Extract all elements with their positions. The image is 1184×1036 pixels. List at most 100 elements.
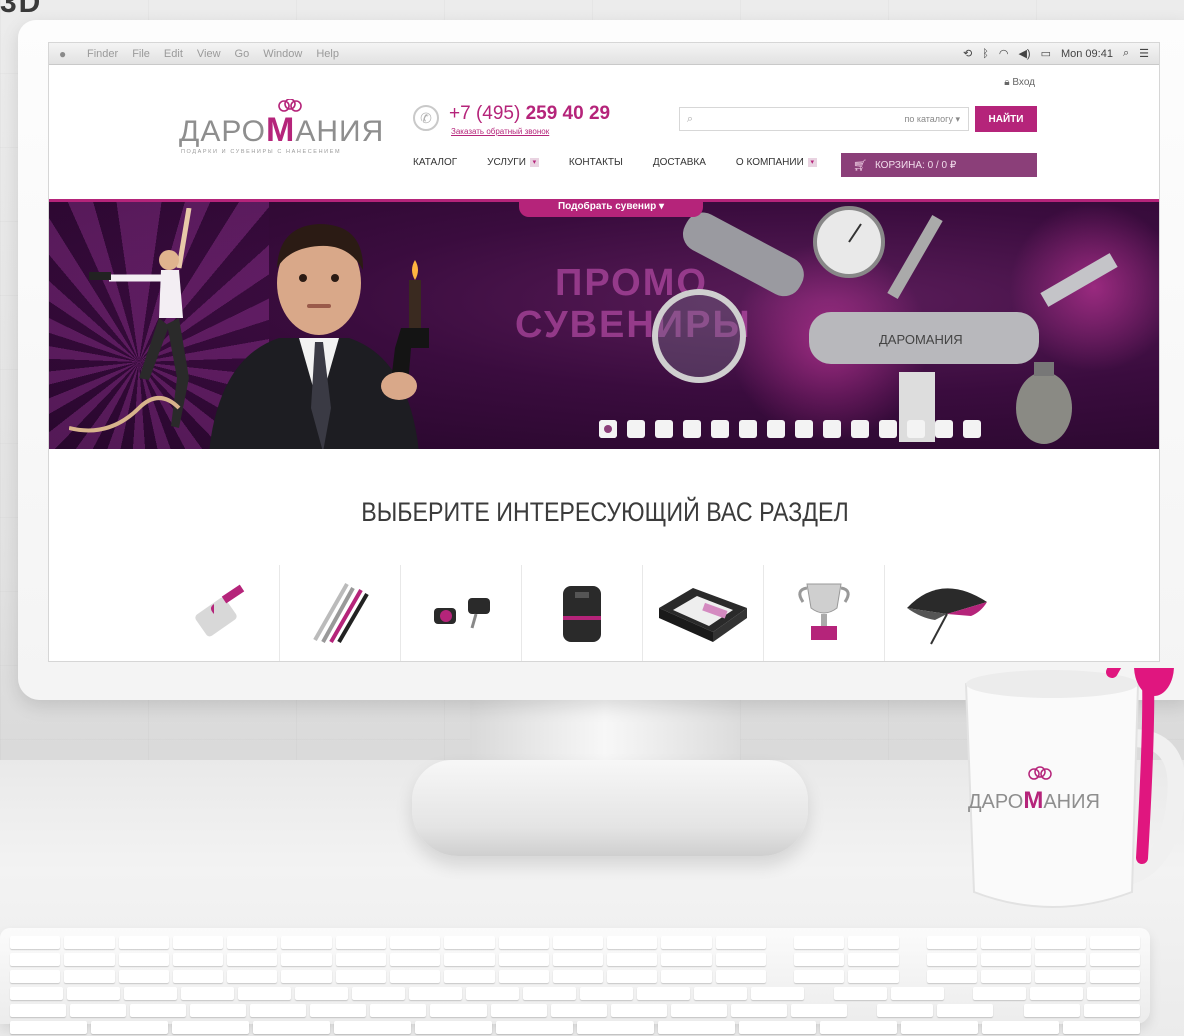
spotlight-icon[interactable]: ⌕	[1123, 47, 1129, 60]
phone-number[interactable]: +7 (495) 259 40 29	[449, 103, 610, 125]
cart-button[interactable]: 🛒︎ КОРЗИНА: 0 / 0 ₽	[841, 153, 1037, 177]
menubar-clock[interactable]: Mon 09:41	[1061, 48, 1113, 60]
gift-box-icon	[659, 588, 747, 642]
login-label: Вход	[1012, 77, 1035, 88]
keyboard-key	[444, 970, 495, 983]
category-cufflinks[interactable]	[401, 565, 522, 661]
menu-view[interactable]: View	[197, 48, 221, 60]
slider-dot[interactable]	[599, 420, 617, 438]
keyboard-key	[661, 970, 712, 983]
keyboard	[0, 928, 1150, 1034]
pens-icon	[313, 583, 369, 644]
keyboard-key	[281, 936, 332, 949]
category-speakers[interactable]	[522, 565, 643, 661]
volume-icon[interactable]: ◀)	[1018, 47, 1030, 60]
keyboard-key	[694, 987, 748, 1000]
mug-brand-suffix: АНИЯ	[1043, 791, 1100, 813]
slider-dot[interactable]	[795, 420, 813, 438]
keyboard-key	[926, 953, 977, 966]
category-trophies[interactable]	[764, 565, 885, 661]
slider-dot[interactable]	[711, 420, 729, 438]
keyboard-key	[833, 987, 887, 1000]
keyboard-key	[490, 1004, 547, 1017]
logo-m: М	[266, 111, 296, 149]
keyboard-key	[1089, 936, 1140, 949]
keyboard-key	[982, 1021, 1059, 1034]
slider-dot[interactable]	[963, 420, 981, 438]
category-gift-sets[interactable]	[643, 565, 764, 661]
menu-edit[interactable]: Edit	[164, 48, 183, 60]
keyboard-key	[335, 953, 386, 966]
mug-brand-m: М	[1023, 787, 1043, 814]
keyboard-row	[10, 1004, 1140, 1017]
agent-woman-figure	[69, 208, 192, 433]
slider-dot[interactable]	[851, 420, 869, 438]
menu-file[interactable]: File	[132, 48, 150, 60]
menu-finder[interactable]: Finder	[87, 48, 118, 60]
slider-dot[interactable]	[935, 420, 953, 438]
keyboard-key	[1035, 936, 1086, 949]
slider-dot[interactable]	[655, 420, 673, 438]
keyboard-key	[67, 987, 121, 1000]
nav-delivery[interactable]: Доставка	[653, 157, 706, 168]
menu-window[interactable]: Window	[263, 48, 302, 60]
promo-banner[interactable]: ПРОМО СУВЕНИРЫ ДАРОМАНИЯ Подобрать сувен…	[49, 199, 1159, 449]
branded-mug: ДАРОМАНИЯ	[964, 668, 1184, 908]
slider-dot[interactable]	[627, 420, 645, 438]
keyboard-key	[607, 936, 658, 949]
cart-icon: 🛒︎	[853, 159, 867, 172]
slider-dot[interactable]	[739, 420, 757, 438]
keyboard-key	[1035, 953, 1086, 966]
wifi-icon[interactable]: ◠	[999, 47, 1009, 60]
main-nav: Каталог Услуги ▾ Контакты Доставка О комп…	[413, 157, 847, 168]
keyboard-row	[10, 987, 1141, 1000]
nav-about[interactable]: О компании ▾	[736, 157, 817, 168]
keyboard-key	[172, 1021, 249, 1034]
keyboard-key	[981, 953, 1032, 966]
nav-contacts-label: Контакты	[568, 157, 623, 168]
category-keychains[interactable]	[159, 565, 280, 661]
slider-dot[interactable]	[907, 420, 925, 438]
mug-brand-prefix: ДАРО	[968, 791, 1023, 813]
slider-dot[interactable]	[767, 420, 785, 438]
nav-services[interactable]: Услуги ▾	[487, 157, 539, 168]
slider-dot[interactable]	[683, 420, 701, 438]
category-pens[interactable]	[280, 565, 401, 661]
keyboard-key	[661, 953, 712, 966]
phone-digits: 259 40 29	[525, 103, 611, 124]
keyboard-key	[172, 936, 224, 949]
search-input[interactable]	[700, 114, 905, 124]
keyboard-key	[1089, 970, 1140, 983]
menu-go[interactable]: Go	[235, 48, 250, 60]
keyboard-key	[389, 936, 441, 949]
keyboard-row	[10, 970, 1140, 983]
nav-contacts[interactable]: Контакты	[569, 157, 623, 168]
search-button[interactable]: НАЙТИ	[975, 106, 1037, 132]
bluetooth-icon[interactable]: ᛒ	[982, 48, 989, 60]
search-scope-select[interactable]: по каталогу ▾	[904, 114, 968, 125]
nav-about-label: О компании	[735, 157, 804, 168]
slider-dot[interactable]	[879, 420, 897, 438]
apple-icon[interactable]: ●	[59, 48, 71, 60]
picker-tab[interactable]: Подобрать сувенир ▾	[519, 201, 703, 217]
callback-link[interactable]: Заказать обратный звонок	[451, 127, 549, 136]
keychain-icon	[195, 584, 245, 637]
picker-label: Подобрать сувенир	[557, 201, 657, 212]
keyboard-key	[739, 1021, 816, 1034]
slider-dot[interactable]	[823, 420, 841, 438]
category-umbrellas[interactable]	[885, 565, 1006, 661]
keyboard-key	[118, 953, 169, 966]
time-machine-icon[interactable]: ⟲	[963, 47, 972, 60]
keyboard-key	[790, 1004, 847, 1017]
nav-catalog[interactable]: Каталог	[413, 157, 457, 168]
keyboard-key	[498, 953, 549, 966]
keyboard-key	[1087, 987, 1141, 1000]
menu-help[interactable]: Help	[316, 48, 339, 60]
keyboard-key	[370, 1004, 427, 1017]
site-logo[interactable]: ДАРОМАНИЯ ПОДАРКИ И СУВЕНИРЫ С НАНЕСЕНИЕ…	[179, 99, 389, 159]
login-link[interactable]: 🔒︎ Вход	[1004, 77, 1035, 88]
keyboard-key	[981, 970, 1032, 983]
logo-tagline: ПОДАРКИ И СУВЕНИРЫ С НАНЕСЕНИЕМ	[181, 149, 342, 155]
notification-list-icon[interactable]: ☰	[1139, 47, 1149, 60]
battery-icon[interactable]: ▭	[1041, 47, 1051, 60]
